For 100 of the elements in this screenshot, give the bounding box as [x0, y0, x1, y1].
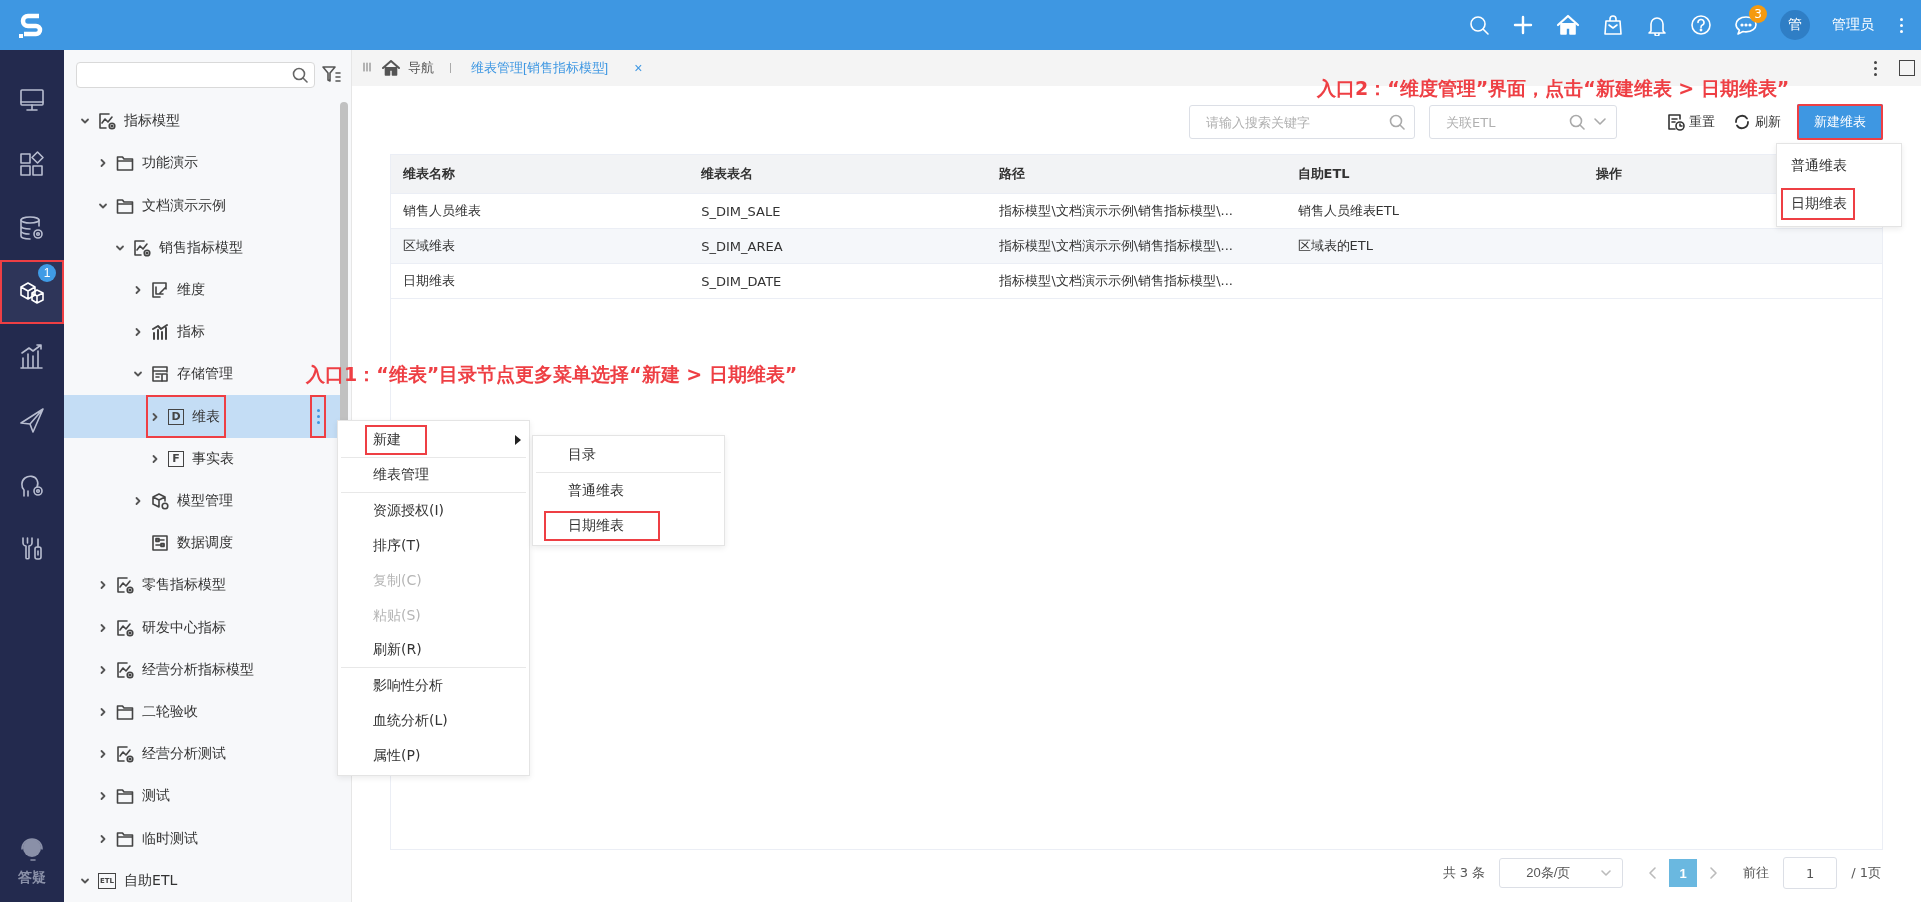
tree-item[interactable]: 销售指标模型 — [111, 226, 249, 269]
column-header: 操作 — [1595, 165, 1622, 183]
search-button[interactable] — [1468, 14, 1490, 36]
tree-item[interactable]: 指标 — [128, 311, 211, 354]
tree-item[interactable]: 零售指标模型 — [93, 564, 232, 607]
folder-icon — [115, 196, 134, 215]
page-size-select[interactable]: 20条/页 — [1499, 858, 1624, 888]
chevron-right-icon — [1707, 866, 1720, 880]
page-input[interactable]: 1 — [1783, 857, 1838, 889]
chart-gear-icon — [115, 745, 134, 764]
search-icon — [1569, 114, 1585, 130]
chart-gear-icon — [133, 238, 151, 257]
document-clock-icon — [1667, 113, 1685, 131]
home-icon — [382, 60, 400, 76]
highlight-frame: 日期维表 — [544, 510, 660, 541]
tree-item[interactable]: 经营分析测试 — [93, 733, 232, 776]
tree-item[interactable]: 模型管理 — [128, 479, 239, 523]
bell-button[interactable] — [1646, 14, 1668, 36]
bag-button[interactable] — [1602, 14, 1624, 36]
user-avatar[interactable]: 管 — [1780, 10, 1810, 40]
cube-gear-icon — [150, 491, 169, 510]
maximize-icon[interactable] — [1899, 60, 1915, 76]
help-button[interactable] — [1690, 14, 1712, 36]
plus-button[interactable] — [1512, 14, 1534, 36]
tree-item[interactable]: 研发中心指标 — [93, 606, 232, 649]
chevron-icon — [150, 453, 160, 464]
home-icon — [1556, 14, 1580, 36]
table-cell: S_DIM_DATE — [701, 273, 782, 289]
refresh-button[interactable]: 刷新 — [1731, 113, 1783, 131]
menu-item[interactable]: 目录 — [536, 438, 721, 473]
reset-button[interactable]: 重置 — [1665, 113, 1717, 131]
column-header: 维表名称 — [403, 165, 455, 183]
tree-item[interactable]: 临时测试 — [93, 817, 204, 860]
tree-item[interactable]: 文档演示示例 — [93, 184, 232, 227]
menu-item[interactable]: 日期维表 — [1781, 188, 1855, 220]
menu-item[interactable]: 日期维表 — [536, 508, 721, 543]
tree-item[interactable]: 指标模型 — [76, 100, 186, 143]
help-icon — [1690, 14, 1712, 36]
monitor-icon — [18, 86, 46, 114]
paper-plane-icon — [18, 406, 46, 434]
tree-item[interactable]: F 事实表 — [146, 437, 240, 480]
column-header: 自助ETL — [1297, 165, 1350, 183]
annotation-text: 入口2：“维度管理”界面，点击“新建维表 > 日期维表” — [1317, 76, 1790, 101]
chart-gear-icon — [115, 576, 134, 595]
bar-chart-icon — [150, 323, 169, 342]
table-cell: 区域维表 — [403, 237, 455, 255]
menu-item[interactable]: 血统分析(L) — [341, 703, 526, 738]
chart-gear-icon — [115, 618, 134, 637]
more-button[interactable] — [310, 395, 326, 438]
letter-icon: D — [168, 408, 184, 425]
table-cell: 销售人员维表ETL — [1297, 202, 1399, 220]
count-badge: 1 — [38, 264, 56, 282]
tree-item[interactable]: D 维表 — [146, 395, 226, 438]
tree-item[interactable]: 功能演示 — [93, 142, 204, 185]
nav-tab[interactable]: 导航 — [382, 59, 434, 77]
total-count: 共 3 条 — [1442, 864, 1486, 882]
apps-icon — [18, 150, 46, 178]
search-field[interactable] — [76, 62, 315, 88]
folder-icon — [115, 154, 134, 173]
menu-item[interactable]: 资源授权(I) — [341, 493, 526, 528]
table-cell: 区域表的ETL — [1297, 237, 1373, 255]
goto-label: 前往 — [1743, 864, 1770, 882]
menu-item[interactable]: 排序(T) — [341, 528, 526, 563]
annotation-text: 入口1：“维表”目录节点更多菜单选择“新建 > 日期维表” — [306, 362, 798, 387]
settings-panel-icon — [150, 534, 169, 553]
table-cell: 销售人员维表 — [403, 202, 481, 220]
caret-right-icon — [514, 435, 522, 445]
tree-item[interactable]: 测试 — [93, 775, 176, 818]
folder-icon — [115, 787, 134, 806]
drag-handle-icon — [362, 60, 372, 73]
bar-chart-icon — [18, 342, 46, 370]
menu-item[interactable]: 普通维表 — [536, 473, 721, 508]
menu-item[interactable]: 维表管理 — [341, 458, 526, 493]
menu-item[interactable]: 刷新(R) — [341, 633, 526, 668]
etl-select[interactable]: 关联ETL — [1429, 105, 1617, 139]
bell-icon — [1646, 14, 1668, 36]
highlight-frame: 新建 — [365, 425, 427, 455]
table-cell: S_DIM_AREA — [701, 238, 783, 254]
tree-item[interactable]: 经营分析指标模型 — [93, 648, 260, 691]
tree-item[interactable]: 存储管理 — [128, 353, 239, 396]
tree-item[interactable]: 二轮验收 — [93, 690, 204, 734]
dimension-icon — [150, 280, 169, 299]
notification-badge: 3 — [1749, 5, 1767, 23]
menu-item[interactable]: 普通维表 — [1781, 150, 1855, 182]
search-icon — [1468, 14, 1490, 36]
table-cell: S_DIM_SALE — [701, 203, 781, 219]
filter-icon — [321, 63, 341, 84]
letter-icon: F — [168, 450, 184, 467]
table-cell: 指标模型\文档演示示例\销售指标模型\... — [999, 237, 1233, 255]
storage-icon — [150, 365, 169, 384]
help-button[interactable]: 答疑 — [0, 834, 64, 888]
home-button[interactable] — [1556, 14, 1580, 36]
tree-item[interactable]: 维度 — [128, 268, 211, 311]
search-icon — [292, 67, 308, 83]
menu-item[interactable]: 影响性分析 — [341, 668, 526, 703]
menu-item[interactable]: 属性(P) — [341, 738, 526, 773]
search-field[interactable]: 请输入搜索关键字 — [1189, 105, 1415, 139]
menu-item[interactable]: 新建 — [341, 423, 526, 458]
database-gear-icon — [18, 214, 46, 242]
tree-item[interactable]: 数据调度 — [128, 522, 239, 565]
